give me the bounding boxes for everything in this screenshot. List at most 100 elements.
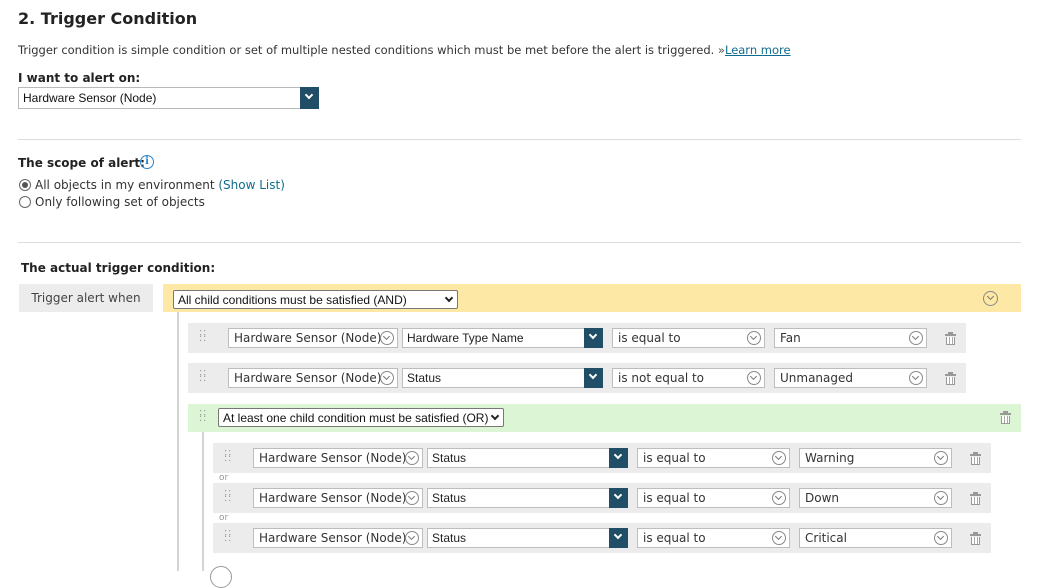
- drag-handle-icon[interactable]: ⁚⁚ ⁚⁚: [224, 450, 232, 465]
- scope-all-radio[interactable]: [19, 179, 31, 191]
- section-description: Trigger condition is simple condition or…: [18, 43, 791, 57]
- or-separator: or: [219, 513, 229, 523]
- delete-icon[interactable]: [1000, 411, 1011, 424]
- tree-line: [177, 312, 179, 571]
- field-dropdown-button[interactable]: [609, 488, 628, 508]
- condition-field-value: Status: [407, 371, 442, 385]
- chevron-down-icon: [405, 531, 419, 545]
- condition-field-value: Status: [432, 531, 467, 545]
- condition-operator-value: is not equal to: [618, 371, 705, 385]
- drag-handle-icon[interactable]: ⁚⁚ ⁚⁚: [199, 330, 207, 345]
- delete-icon[interactable]: [945, 332, 956, 345]
- condition-value-select[interactable]: Warning: [799, 448, 952, 468]
- condition-row: ⁚⁚ ⁚⁚ Hardware Sensor (Node) Status is eq…: [213, 523, 991, 553]
- chevron-down-icon: [490, 411, 500, 421]
- condition-object-select[interactable]: Hardware Sensor (Node): [253, 528, 423, 548]
- condition-value-value: Unmanaged: [780, 371, 854, 385]
- condition-row: ⁚⁚ ⁚⁚ Hardware Sensor (Node) Hardware Typ…: [188, 323, 966, 353]
- chevron-down-icon: [588, 370, 598, 380]
- chevron-down-icon: [405, 451, 419, 465]
- condition-field-select[interactable]: Hardware Type Name: [402, 328, 603, 348]
- alert-on-dropdown-button[interactable]: [300, 87, 319, 109]
- condition-field-select[interactable]: Status: [402, 368, 603, 388]
- drag-handle-icon[interactable]: ⁚⁚ ⁚⁚: [199, 410, 207, 425]
- delete-icon[interactable]: [945, 372, 956, 385]
- trigger-condition-label: The actual trigger condition:: [21, 261, 216, 275]
- alert-on-select[interactable]: Hardware Sensor (Node): [18, 87, 319, 109]
- description-text: Trigger condition is simple condition or…: [18, 43, 715, 57]
- condition-field-select[interactable]: Status: [427, 488, 628, 508]
- condition-value-value: Warning: [805, 451, 855, 465]
- chevron-down-icon: [772, 531, 786, 545]
- condition-object-select[interactable]: Hardware Sensor (Node): [228, 368, 398, 388]
- divider: [18, 242, 1021, 243]
- chevron-down-icon: [772, 451, 786, 465]
- condition-row: ⁚⁚ ⁚⁚ Hardware Sensor (Node) Status is eq…: [213, 483, 991, 513]
- or-logic-select[interactable]: At least one child condition must be sat…: [218, 408, 504, 427]
- condition-value-select[interactable]: Down: [799, 488, 952, 508]
- condition-operator-select[interactable]: is not equal to: [612, 368, 765, 388]
- condition-object-value: Hardware Sensor (Node): [259, 531, 407, 545]
- or-logic-value: At least one child condition must be sat…: [223, 411, 489, 425]
- delete-icon[interactable]: [970, 452, 981, 465]
- condition-object-select[interactable]: Hardware Sensor (Node): [253, 488, 423, 508]
- condition-object-value: Hardware Sensor (Node): [234, 331, 382, 345]
- condition-object-value: Hardware Sensor (Node): [259, 491, 407, 505]
- condition-value-select[interactable]: Fan: [774, 328, 927, 348]
- condition-operator-select[interactable]: is equal to: [637, 448, 790, 468]
- condition-object-select[interactable]: Hardware Sensor (Node): [228, 328, 398, 348]
- chevron-down-icon: [405, 491, 419, 505]
- collapse-icon[interactable]: [983, 291, 998, 306]
- condition-operator-select[interactable]: is equal to: [612, 328, 765, 348]
- condition-field-value: Status: [432, 491, 467, 505]
- field-dropdown-button[interactable]: [584, 368, 603, 388]
- condition-field-value: Status: [432, 451, 467, 465]
- chevron-down-icon: [747, 371, 761, 385]
- and-logic-select[interactable]: All child conditions must be satisfied (…: [173, 290, 458, 309]
- field-dropdown-button[interactable]: [584, 328, 603, 348]
- condition-operator-value: is equal to: [643, 451, 706, 465]
- alert-on-label: I want to alert on:: [18, 71, 141, 85]
- condition-operator-value: is equal to: [618, 331, 681, 345]
- drag-handle-icon[interactable]: ⁚⁚ ⁚⁚: [199, 370, 207, 385]
- tree-line: [202, 432, 204, 571]
- condition-operator-select[interactable]: is equal to: [637, 528, 790, 548]
- condition-object-value: Hardware Sensor (Node): [259, 451, 407, 465]
- field-dropdown-button[interactable]: [609, 448, 628, 468]
- chevron-down-icon: [380, 371, 394, 385]
- drag-handle-icon[interactable]: ⁚⁚ ⁚⁚: [224, 490, 232, 505]
- condition-value-value: Down: [805, 491, 840, 505]
- chevron-down-icon: [909, 331, 923, 345]
- field-dropdown-button[interactable]: [609, 528, 628, 548]
- scope-following-radio[interactable]: [19, 196, 31, 208]
- learn-more-prefix: »: [714, 43, 725, 57]
- condition-value-select[interactable]: Critical: [799, 528, 952, 548]
- scope-following-label[interactable]: Only following set of objects: [35, 195, 205, 209]
- drag-handle-icon[interactable]: ⁚⁚ ⁚⁚: [224, 530, 232, 545]
- chevron-down-icon: [934, 531, 948, 545]
- condition-field-select[interactable]: Status: [427, 528, 628, 548]
- chevron-down-icon: [304, 90, 314, 100]
- delete-icon[interactable]: [970, 492, 981, 505]
- show-list-link[interactable]: (Show List): [218, 178, 285, 192]
- add-condition-icon[interactable]: [210, 566, 232, 588]
- condition-object-select[interactable]: Hardware Sensor (Node): [253, 448, 423, 468]
- condition-field-select[interactable]: Status: [427, 448, 628, 468]
- condition-field-value: Hardware Type Name: [407, 331, 524, 345]
- or-separator: or: [219, 473, 229, 483]
- condition-operator-select[interactable]: is equal to: [637, 488, 790, 508]
- chevron-down-icon: [444, 293, 454, 303]
- condition-value-select[interactable]: Unmanaged: [774, 368, 927, 388]
- learn-more-link[interactable]: Learn more: [725, 43, 791, 57]
- info-icon[interactable]: i: [140, 155, 154, 169]
- scope-all-label: All objects in my environment: [35, 178, 215, 192]
- chevron-down-icon: [747, 331, 761, 345]
- delete-icon[interactable]: [970, 532, 981, 545]
- condition-object-value: Hardware Sensor (Node): [234, 371, 382, 385]
- condition-row: ⁚⁚ ⁚⁚ Hardware Sensor (Node) Status is no…: [188, 363, 966, 393]
- divider: [18, 139, 1021, 140]
- and-condition-group: All child conditions must be satisfied (…: [163, 284, 1021, 312]
- trigger-when-label: Trigger alert when: [19, 284, 153, 312]
- scope-all-option[interactable]: All objects in my environment (Show List…: [35, 178, 285, 192]
- alert-on-value: Hardware Sensor (Node): [23, 91, 157, 105]
